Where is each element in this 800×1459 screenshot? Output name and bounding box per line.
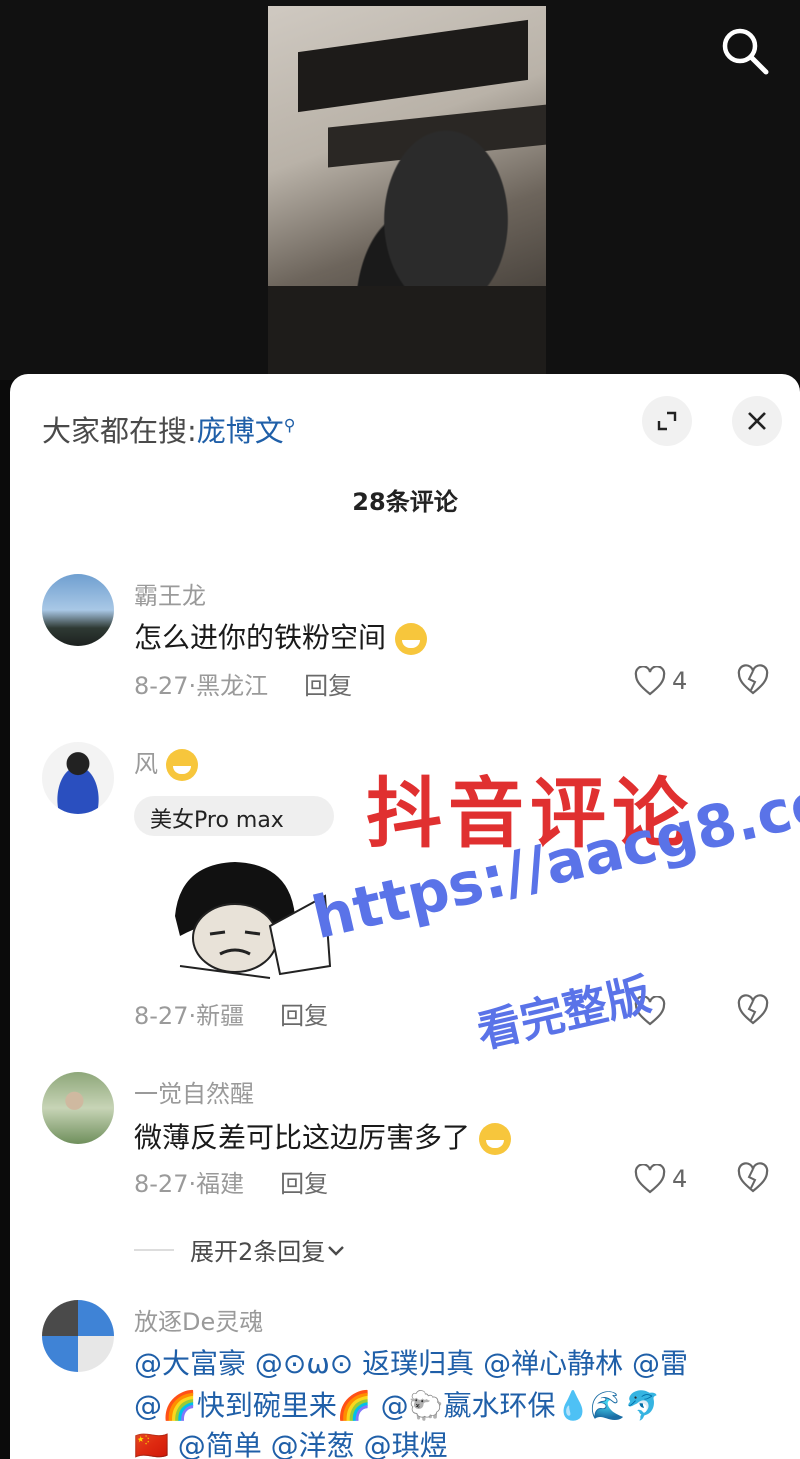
comment-text: 微薄反差可比这边厉害多了: [134, 1116, 511, 1156]
reply-button[interactable]: 回复: [304, 672, 352, 700]
comment-date-location: 8-27·福建: [134, 1170, 245, 1198]
avatar[interactable]: [42, 574, 114, 646]
broken-heart-icon: [737, 664, 769, 695]
like-count: 4: [672, 1165, 688, 1193]
like-button[interactable]: 4: [634, 1162, 694, 1196]
comment-author[interactable]: 放逐De灵魂: [134, 1302, 263, 1337]
comment-count: 28条评论: [352, 488, 458, 516]
search-icon[interactable]: [718, 24, 772, 78]
mention-line[interactable]: 🇨🇳 @简单 @洋葱 @琪煜: [134, 1424, 448, 1459]
heart-icon: [634, 666, 666, 696]
dislike-button[interactable]: [736, 1162, 770, 1196]
like-count: 4: [672, 667, 688, 695]
meme-sticker[interactable]: [150, 856, 335, 981]
mini-search-icon: ⚲: [283, 415, 296, 435]
dislike-button[interactable]: [736, 664, 770, 698]
comment-date-location: 8-27·黑龙江: [134, 672, 269, 700]
sticker-text[interactable]: 美女Pro max: [134, 792, 334, 840]
reply-button[interactable]: 回复: [280, 1002, 328, 1030]
comment-author[interactable]: 霸王龙: [134, 576, 206, 611]
search-suggestion[interactable]: 大家都在搜:庞博文⚲: [42, 408, 296, 450]
mention-line[interactable]: @大富豪 @⊙ω⊙ 返璞归真 @禅心静林 @雷: [134, 1342, 688, 1382]
video-background: [0, 0, 800, 380]
heart-eyes-emoji-icon: [478, 1123, 511, 1155]
comment-author[interactable]: 风: [134, 744, 198, 781]
comment-text: 怎么进你的铁粉空间: [134, 616, 427, 656]
comment-meta: 8-27·福建 回复: [134, 1164, 328, 1199]
search-hint-prefix: 大家都在搜:: [42, 414, 197, 448]
avatar[interactable]: [42, 742, 114, 814]
heart-icon: [634, 1164, 666, 1194]
mention-line[interactable]: @🌈快到碗里来🌈 @🐑嬴水环保💧🌊🐬: [134, 1384, 660, 1424]
broken-heart-icon: [737, 1162, 769, 1193]
reply-button[interactable]: 回复: [280, 1170, 328, 1198]
divider: [134, 1248, 174, 1251]
comment-author[interactable]: 一觉自然醒: [134, 1074, 254, 1109]
grin-emoji-icon: [394, 623, 427, 655]
dislike-button[interactable]: [736, 994, 770, 1028]
avatar[interactable]: [42, 1300, 114, 1372]
video-thumbnail[interactable]: [268, 6, 546, 380]
search-hint-keyword[interactable]: 庞博文: [197, 414, 284, 448]
expand-replies-button[interactable]: 展开2条回复: [134, 1232, 347, 1267]
comment-meta: 8-27·新疆 回复: [134, 996, 328, 1031]
like-button[interactable]: 4: [634, 664, 694, 698]
silly-face-emoji-icon: [165, 749, 198, 781]
chevron-down-icon: [328, 1245, 345, 1256]
close-icon[interactable]: [732, 396, 782, 446]
comment-meta: 8-27·黑龙江 回复: [134, 666, 352, 701]
expand-icon[interactable]: [642, 396, 692, 446]
broken-heart-icon: [737, 994, 769, 1025]
comment-date-location: 8-27·新疆: [134, 1002, 245, 1030]
avatar[interactable]: [42, 1072, 114, 1144]
